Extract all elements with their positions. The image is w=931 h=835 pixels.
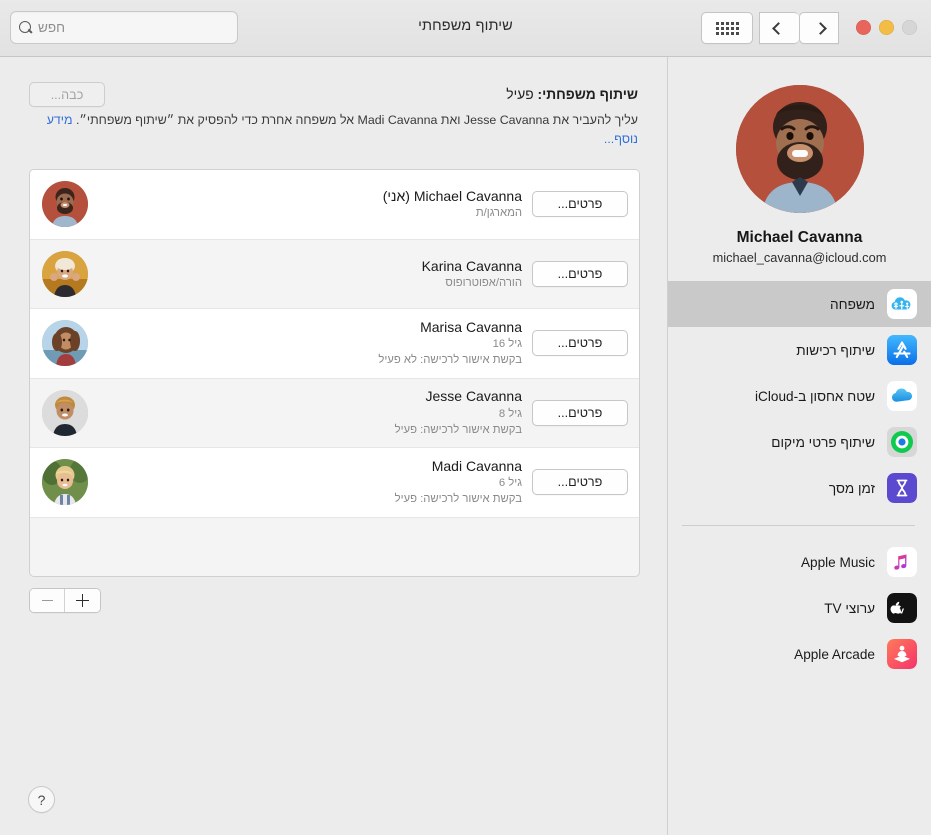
apple-tv-icon: tv — [887, 593, 917, 623]
avatar — [42, 459, 88, 506]
family-sharing-status: שיתוף משפחתי: פעיל — [28, 87, 638, 102]
sidebar-item-label: Apple Arcade — [794, 646, 875, 662]
details-button[interactable]: פרטים... — [532, 330, 628, 357]
sidebar-item-screen-time[interactable]: זמן מסך — [668, 465, 931, 511]
apple-arcade-icon — [887, 639, 917, 669]
svg-text:tv: tv — [896, 606, 905, 617]
member-role: המארגן/ת — [475, 207, 522, 220]
sidebar-item-label: שיתוף רכישות — [796, 342, 875, 358]
details-button[interactable]: פרטים... — [532, 469, 628, 496]
minus-icon — [41, 599, 53, 602]
profile-email: michael_cavanna@icloud.com — [712, 250, 887, 265]
avatar — [42, 389, 88, 436]
show-all-preferences-button[interactable] — [701, 12, 753, 44]
details-button[interactable]: פרטים... — [532, 399, 628, 426]
details-button[interactable]: פרטים... — [532, 260, 628, 287]
member-role: הורה/אפוטרופוס — [445, 276, 522, 289]
minimize-button[interactable] — [879, 20, 894, 35]
add-remove-member-control — [29, 588, 101, 613]
sidebar-item-family[interactable]: משפחה — [668, 281, 931, 327]
sidebar-item-location-sharing[interactable]: שיתוף פרטי מיקום — [668, 419, 931, 465]
avatar — [42, 250, 88, 297]
sidebar: Michael Cavanna michael_cavanna@icloud.c… — [668, 57, 931, 835]
sidebar-item-label: ערוצי TV — [824, 600, 875, 616]
apple-music-icon — [887, 547, 917, 577]
member-info: Marisa Cavanna גיל 16 בקשת אישור לרכישה:… — [88, 318, 532, 369]
sidebar-item-label: זמן מסך — [828, 480, 875, 496]
member-info: Michael Cavanna (אני) המארגן/ת — [88, 187, 532, 222]
avatar — [42, 181, 88, 228]
description-line-1: עליך להעביר את Jesse Cavanna ואת Madi Ca… — [241, 113, 638, 127]
profile-section: Michael Cavanna michael_cavanna@icloud.c… — [668, 57, 931, 281]
member-name: Karina Cavanna — [421, 257, 522, 274]
status-value: פעיל — [506, 87, 534, 102]
member-info: Jesse Cavanna גיל 8 בקשת אישור לרכישה: פ… — [88, 387, 532, 438]
member-age: גיל 16 — [492, 338, 522, 351]
table-row[interactable]: פרטים... Marisa Cavanna גיל 16 בקשת אישו… — [30, 309, 639, 379]
app-store-icon — [887, 335, 917, 365]
plus-icon — [76, 594, 89, 607]
remove-member-button[interactable] — [30, 589, 65, 612]
member-age: גיל 8 — [498, 407, 522, 420]
title-bar: חפש שיתוף משפחתי — [0, 0, 931, 57]
status-description: עליך להעביר את Jesse Cavanna ואת Madi Ca… — [38, 111, 638, 149]
back-button[interactable] — [759, 12, 799, 44]
member-name: Jesse Cavanna — [425, 388, 522, 405]
sidebar-item-purchase-sharing[interactable]: שיתוף רכישות — [668, 327, 931, 373]
sidebar-item-label: Apple Music — [800, 554, 875, 570]
member-info: Madi Cavanna גיל 6 בקשת אישור לרכישה: פע… — [88, 457, 532, 508]
window-controls — [856, 20, 917, 35]
help-button[interactable]: ? — [28, 786, 55, 813]
table-row[interactable]: פרטים... Madi Cavanna גיל 6 בקשת אישור ל… — [30, 448, 639, 518]
member-age: גיל 6 — [498, 477, 522, 490]
chevron-left-icon — [771, 21, 785, 35]
add-member-button[interactable] — [65, 589, 100, 612]
member-name: Michael Cavanna (אני) — [382, 188, 522, 204]
sidebar-divider — [682, 525, 915, 526]
sidebar-item-tv-channels[interactable]: tv ערוצי TV — [668, 585, 931, 631]
sidebar-item-apple-music[interactable]: Apple Music — [668, 539, 931, 585]
profile-name: Michael Cavanna — [736, 229, 863, 246]
member-info: Karina Cavanna הורה/אפוטרופוס — [88, 257, 532, 292]
member-status: בקשת אישור לרכישה: פעיל — [394, 423, 522, 436]
close-button[interactable] — [856, 20, 871, 35]
find-my-icon — [887, 427, 917, 457]
member-name: Madi Cavanna — [431, 457, 522, 474]
sidebar-item-label: משפחה — [830, 296, 875, 312]
details-button[interactable]: פרטים... — [532, 191, 628, 218]
zoom-button — [902, 20, 917, 35]
member-status: בקשת אישור לרכישה: לא פעיל — [378, 354, 522, 367]
table-row[interactable]: פרטים... Jesse Cavanna גיל 8 בקשת אישור … — [30, 378, 639, 448]
family-members-list: פרטים... Michael Cavanna (אני) המארגן/ת … — [29, 169, 640, 577]
table-row[interactable]: פרטים... Michael Cavanna (אני) המארגן/ת — [30, 170, 639, 240]
chevron-right-icon — [814, 21, 827, 35]
navigation-buttons — [759, 12, 839, 44]
sidebar-item-apple-arcade[interactable]: Apple Arcade — [668, 631, 931, 677]
sidebar-item-label: שטח אחסון ב-iCloud — [755, 388, 875, 404]
avatar — [735, 85, 864, 213]
table-row[interactable]: פרטים... Karina Cavanna הורה/אפוטרופוס — [30, 239, 639, 309]
sidebar-item-label: שיתוף פרטי מיקום — [771, 434, 875, 450]
status-label: שיתוף משפחתי: — [537, 87, 638, 102]
sidebar-item-icloud-storage[interactable]: שטח אחסון ב-iCloud — [668, 373, 931, 419]
description-line-2: להפסיק את ״שיתוף משפחתי״. — [75, 113, 238, 127]
member-status: בקשת אישור לרכישה: פעיל — [394, 493, 522, 506]
grid-view-icon — [715, 21, 739, 35]
family-sharing-icon — [887, 289, 917, 319]
turn-off-button[interactable]: כבה... — [29, 82, 105, 107]
family-sharing-window: חפש שיתוף משפחתי שיתוף משפחתי: פעיל עליך… — [0, 0, 931, 835]
forward-button[interactable] — [799, 12, 839, 44]
member-name: Marisa Cavanna — [420, 318, 522, 335]
icloud-icon — [887, 381, 917, 411]
avatar — [42, 320, 88, 367]
screen-time-icon — [887, 473, 917, 503]
main-content: שיתוף משפחתי: פעיל עליך להעביר את Jesse … — [0, 57, 668, 835]
